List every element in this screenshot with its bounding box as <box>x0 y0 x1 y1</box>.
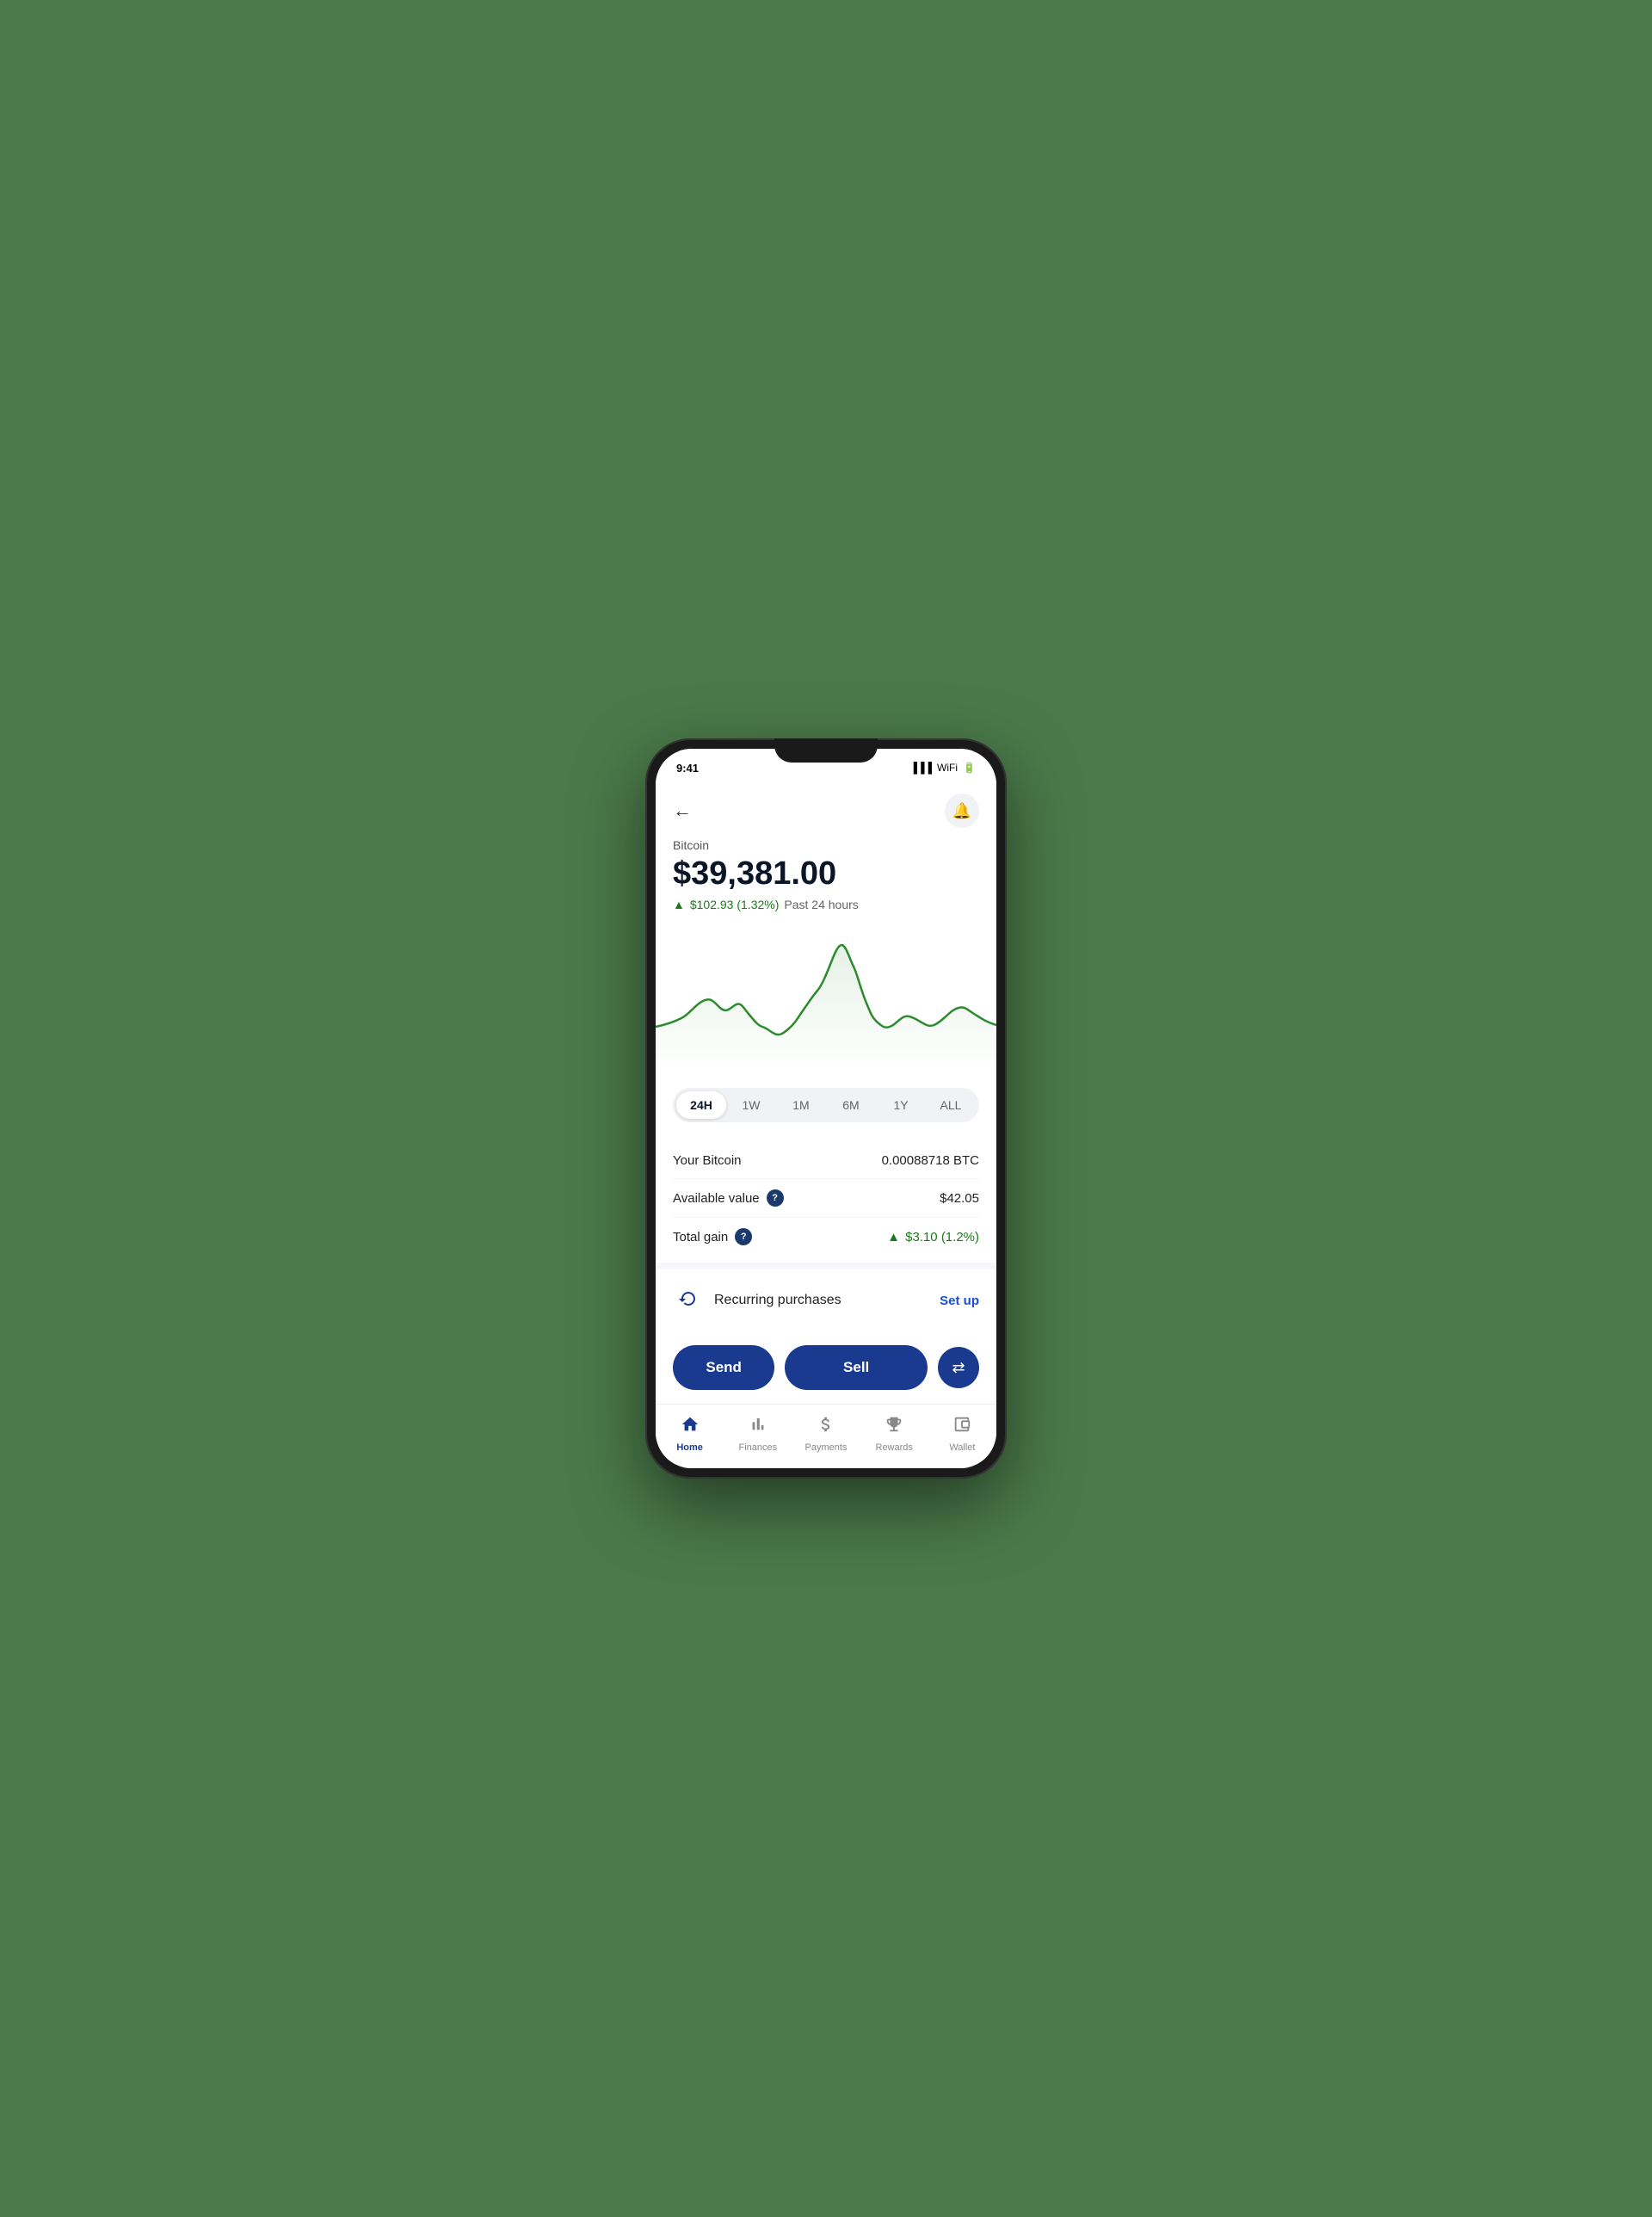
back-button[interactable]: ← <box>673 800 692 822</box>
available-value-info-icon[interactable]: ? <box>767 1189 784 1207</box>
nav-label-home: Home <box>676 1442 703 1453</box>
price-period: Past 24 hours <box>784 898 858 911</box>
phone-frame: 9:41 ▐▐▐ WiFi 🔋 ← 🔔 Bitcoin $39,381.00 ▲ <box>645 738 1007 1479</box>
phone-screen: 9:41 ▐▐▐ WiFi 🔋 ← 🔔 Bitcoin $39,381.00 ▲ <box>656 749 996 1468</box>
signal-icon: ▐▐▐ <box>910 762 933 774</box>
time-btn-1w[interactable]: 1W <box>726 1091 776 1119</box>
price-change-amount: $102.93 (1.32%) <box>690 898 780 911</box>
bell-icon: 🔔 <box>952 802 971 820</box>
rewards-icon <box>885 1415 903 1439</box>
time-btn-24h[interactable]: 24H <box>676 1091 726 1119</box>
your-bitcoin-value: 0.00088718 BTC <box>882 1153 979 1168</box>
total-gain-label: Total gain ? <box>673 1228 752 1245</box>
header: ← 🔔 <box>656 787 996 838</box>
stats-section: Your Bitcoin 0.00088718 BTC Available va… <box>656 1136 996 1263</box>
section-divider <box>656 1263 996 1269</box>
chart-area <box>656 945 996 1070</box>
nav-label-wallet: Wallet <box>949 1442 975 1453</box>
recurring-section: Recurring purchases Set up <box>656 1269 996 1331</box>
price-change-arrow: ▲ <box>673 898 685 911</box>
nav-label-rewards: Rewards <box>876 1442 913 1453</box>
total-gain-value: ▲ $3.10 (1.2%) <box>887 1230 979 1244</box>
time-btn-6m[interactable]: 6M <box>826 1091 876 1119</box>
stat-row-available: Available value ? $42.05 <box>673 1179 979 1218</box>
bottom-nav: Home Finances Paym <box>656 1404 996 1468</box>
time-btn-1y[interactable]: 1Y <box>876 1091 926 1119</box>
sell-button[interactable]: Sell <box>785 1345 928 1390</box>
price-chart <box>656 925 996 1074</box>
nav-label-payments: Payments <box>805 1442 848 1453</box>
stat-row-bitcoin: Your Bitcoin 0.00088718 BTC <box>673 1143 979 1179</box>
price-change: ▲ $102.93 (1.32%) Past 24 hours <box>673 898 979 911</box>
setup-button[interactable]: Set up <box>940 1294 979 1308</box>
payments-icon <box>817 1415 835 1439</box>
battery-icon: 🔋 <box>963 762 976 774</box>
nav-item-finances[interactable]: Finances <box>724 1411 792 1456</box>
notification-button[interactable]: 🔔 <box>945 794 979 828</box>
status-icons: ▐▐▐ WiFi 🔋 <box>910 762 976 774</box>
status-time: 9:41 <box>676 762 699 775</box>
nav-item-wallet[interactable]: Wallet <box>928 1411 996 1456</box>
stat-row-gain: Total gain ? ▲ $3.10 (1.2%) <box>673 1218 979 1256</box>
send-button[interactable]: Send <box>673 1345 774 1390</box>
action-section: Send Sell ⇄ <box>656 1331 996 1404</box>
notch <box>774 738 878 763</box>
nav-item-payments[interactable]: Payments <box>792 1411 860 1456</box>
swap-button[interactable]: ⇄ <box>938 1347 979 1388</box>
nav-item-home[interactable]: Home <box>656 1411 724 1456</box>
available-value-value: $42.05 <box>940 1191 979 1206</box>
nav-label-finances: Finances <box>738 1442 777 1453</box>
total-gain-info-icon[interactable]: ? <box>735 1228 752 1245</box>
swap-icon: ⇄ <box>952 1359 965 1377</box>
wallet-icon <box>952 1415 971 1439</box>
nav-item-rewards[interactable]: Rewards <box>860 1411 928 1456</box>
finances-icon <box>749 1415 767 1439</box>
recurring-label: Recurring purchases <box>714 1293 940 1308</box>
your-bitcoin-label: Your Bitcoin <box>673 1153 742 1168</box>
recurring-icon <box>673 1285 704 1316</box>
available-value-label: Available value ? <box>673 1189 784 1207</box>
wifi-icon: WiFi <box>937 762 958 774</box>
main-content: Bitcoin $39,381.00 ▲ $102.93 (1.32%) Pas… <box>656 838 996 1468</box>
price-section: Bitcoin $39,381.00 ▲ $102.93 (1.32%) Pas… <box>656 838 996 925</box>
home-icon <box>681 1415 700 1439</box>
coin-name: Bitcoin <box>673 838 979 852</box>
bitcoin-price: $39,381.00 <box>673 855 979 892</box>
time-btn-1m[interactable]: 1M <box>776 1091 826 1119</box>
time-selector: 24H 1W 1M 6M 1Y ALL <box>673 1088 979 1122</box>
time-btn-all[interactable]: ALL <box>926 1091 976 1119</box>
chart-svg <box>656 932 996 1070</box>
